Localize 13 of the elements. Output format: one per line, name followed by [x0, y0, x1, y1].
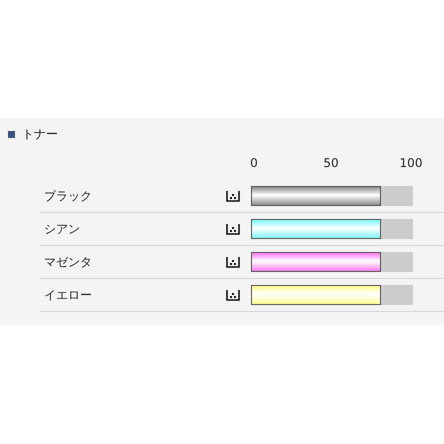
toner-icon — [226, 289, 240, 301]
toner-name: ブラック — [43, 188, 93, 204]
toner-icon — [226, 256, 240, 268]
toner-name: マゼンタ — [43, 254, 93, 270]
scale-label: 100 — [400, 156, 422, 170]
toner-icon — [226, 190, 240, 202]
scale-label: 0 — [250, 156, 258, 170]
toner-name: イエロー — [43, 286, 93, 304]
scale-label: 50 — [323, 156, 339, 170]
toner-icon — [226, 223, 240, 235]
bullet-icon — [8, 130, 15, 138]
toner-name: シアン — [43, 220, 81, 238]
section-title: トナー — [22, 126, 58, 142]
